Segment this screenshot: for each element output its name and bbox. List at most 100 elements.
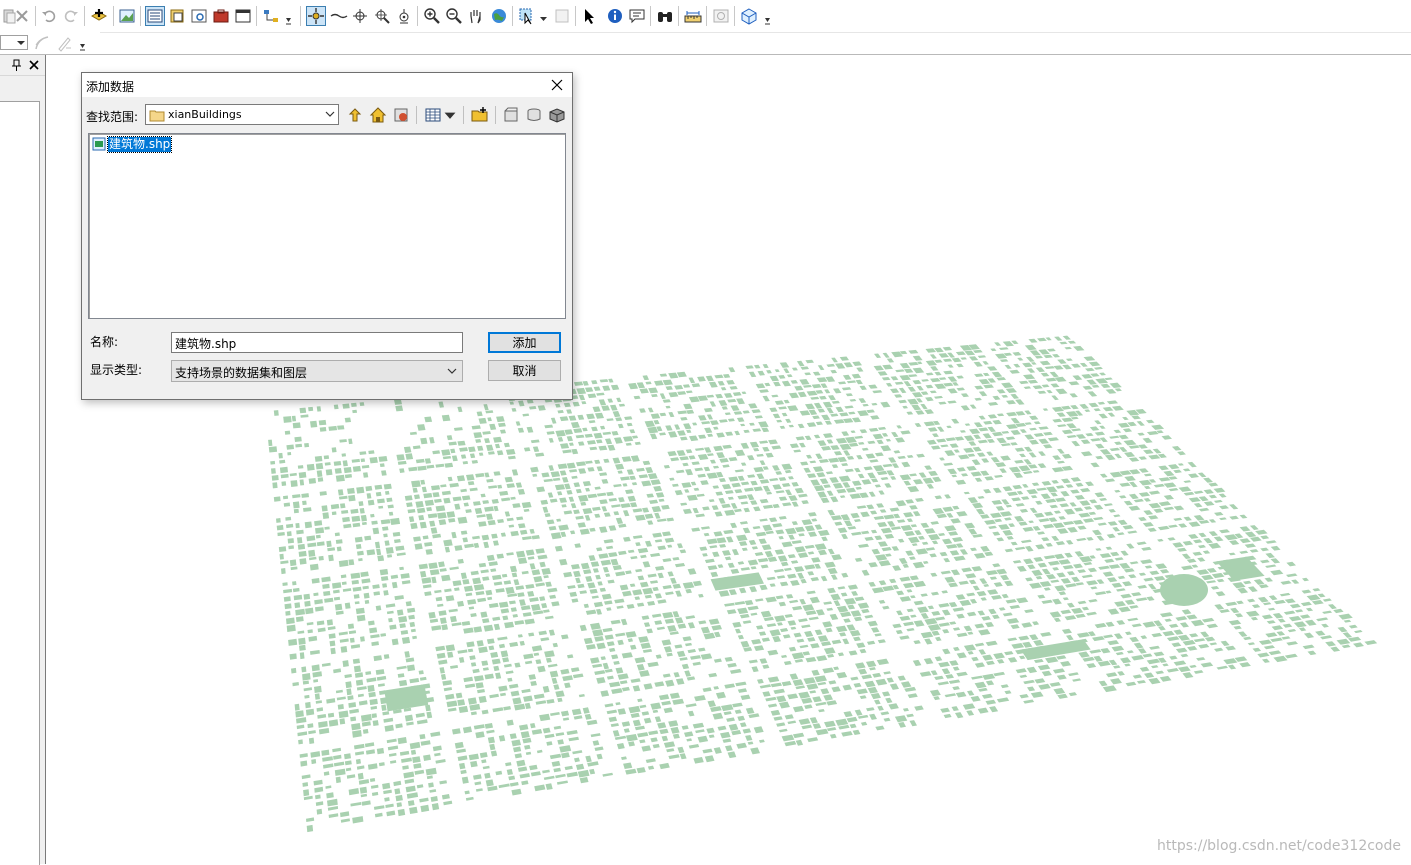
delete-icon[interactable] bbox=[12, 6, 32, 26]
building-footprint bbox=[1098, 413, 1108, 419]
model-builder-icon[interactable] bbox=[261, 6, 281, 26]
toolbox-icon[interactable] bbox=[546, 104, 568, 126]
catalog-icon[interactable] bbox=[167, 6, 187, 26]
building-footprint bbox=[510, 690, 520, 697]
select-features-dropdown-icon[interactable] bbox=[539, 13, 548, 22]
building-footprint bbox=[976, 591, 987, 597]
home-folder-icon[interactable] bbox=[367, 104, 389, 126]
building-footprint bbox=[806, 422, 817, 427]
identify-icon[interactable] bbox=[605, 6, 625, 26]
building-footprint bbox=[1040, 372, 1050, 377]
building-footprint bbox=[582, 427, 588, 432]
toolbar-overflow-icon-3[interactable] bbox=[79, 40, 86, 52]
building-footprint bbox=[1027, 379, 1039, 384]
html-popup-icon[interactable] bbox=[627, 6, 647, 26]
snapping-icon[interactable] bbox=[32, 33, 52, 53]
target-center-icon[interactable] bbox=[350, 6, 370, 26]
building-footprint bbox=[575, 515, 584, 520]
undo-icon[interactable] bbox=[39, 6, 59, 26]
building-footprint bbox=[457, 558, 464, 564]
building-footprint bbox=[875, 554, 888, 561]
up-one-level-icon[interactable] bbox=[344, 104, 366, 126]
add-button[interactable]: 添加 bbox=[488, 332, 561, 353]
building-footprint bbox=[559, 745, 572, 753]
view-options-dropdown-icon[interactable] bbox=[443, 104, 457, 126]
close-icon[interactable] bbox=[27, 58, 41, 72]
toolbar-overflow-icon-2[interactable] bbox=[764, 14, 771, 26]
table-of-contents-panel[interactable] bbox=[0, 101, 40, 865]
connect-folder-icon[interactable] bbox=[390, 104, 412, 126]
building-footprint bbox=[1024, 446, 1033, 452]
3d-effects-icon[interactable] bbox=[739, 6, 759, 26]
building-footprint bbox=[724, 556, 732, 561]
fly-icon[interactable] bbox=[329, 6, 349, 26]
building-footprint bbox=[299, 558, 307, 565]
building-footprint bbox=[998, 607, 1006, 611]
building-footprint bbox=[850, 676, 859, 681]
building-footprint bbox=[1029, 439, 1039, 445]
building-footprint bbox=[825, 627, 833, 633]
building-footprint bbox=[894, 381, 904, 385]
zoom-to-target-icon[interactable] bbox=[372, 6, 392, 26]
python-window-icon[interactable] bbox=[233, 6, 253, 26]
pin-icon[interactable] bbox=[10, 58, 24, 72]
full-extent-icon[interactable] bbox=[489, 6, 509, 26]
scene-properties-icon[interactable] bbox=[117, 6, 137, 26]
building-footprint bbox=[1219, 517, 1227, 521]
zoom-in-icon[interactable] bbox=[422, 6, 442, 26]
name-field[interactable]: 建筑物.shp bbox=[171, 332, 463, 353]
time-slider-icon[interactable] bbox=[711, 6, 731, 26]
building-footprint bbox=[727, 496, 734, 500]
new-item-icon[interactable] bbox=[500, 104, 522, 126]
find-icon[interactable] bbox=[655, 6, 675, 26]
search-window-icon[interactable] bbox=[189, 6, 209, 26]
add-data-icon[interactable] bbox=[89, 6, 109, 26]
navigate-icon[interactable] bbox=[306, 6, 326, 26]
dialog-close-icon[interactable] bbox=[548, 76, 566, 94]
toolbar-overflow-icon[interactable] bbox=[285, 14, 292, 26]
building-footprint bbox=[719, 419, 728, 423]
show-type-combo[interactable]: 支持场景的数据集和图层 bbox=[171, 360, 463, 382]
database-icon[interactable] bbox=[523, 104, 545, 126]
building-footprint bbox=[1051, 395, 1059, 401]
building-footprint bbox=[967, 690, 975, 696]
building-footprint bbox=[817, 491, 827, 498]
new-folder-icon[interactable] bbox=[469, 104, 491, 126]
pan-icon[interactable] bbox=[466, 6, 486, 26]
building-footprint bbox=[306, 824, 314, 833]
set-observer-icon[interactable] bbox=[394, 6, 414, 26]
clear-selection-icon[interactable] bbox=[552, 6, 572, 26]
building-footprint bbox=[688, 377, 696, 384]
lookin-combo[interactable]: xianBuildings bbox=[145, 104, 339, 125]
building-footprint bbox=[807, 737, 819, 743]
building-footprint bbox=[862, 403, 869, 407]
view-list-icon[interactable] bbox=[422, 104, 444, 126]
building-footprint bbox=[779, 581, 789, 587]
redo-icon[interactable] bbox=[61, 6, 81, 26]
measure-icon[interactable] bbox=[683, 6, 703, 26]
building-footprint bbox=[847, 584, 859, 590]
layer-dropdown[interactable] bbox=[0, 35, 28, 50]
building-footprint bbox=[860, 511, 870, 518]
building-footprint bbox=[1138, 572, 1147, 576]
building-footprint bbox=[794, 546, 806, 553]
cancel-button[interactable]: 取消 bbox=[488, 360, 561, 381]
list-item[interactable]: 建筑物.shp bbox=[92, 135, 173, 153]
zoom-out-icon[interactable] bbox=[444, 6, 464, 26]
file-list[interactable]: 建筑物.shp bbox=[88, 133, 566, 319]
building-footprint bbox=[927, 427, 938, 432]
building-footprint bbox=[582, 381, 589, 386]
select-elements-icon[interactable] bbox=[579, 6, 599, 26]
building-footprint bbox=[967, 651, 974, 655]
arctoolbox-icon[interactable] bbox=[211, 6, 231, 26]
building-footprint bbox=[607, 579, 615, 584]
building-footprint bbox=[606, 641, 615, 647]
building-footprint bbox=[1126, 543, 1135, 549]
building-footprint bbox=[788, 646, 797, 652]
building-footprint bbox=[1088, 599, 1098, 603]
editor-icon[interactable] bbox=[55, 33, 75, 53]
select-features-icon[interactable] bbox=[517, 6, 537, 26]
building-footprint bbox=[872, 390, 883, 394]
table-of-contents-icon[interactable] bbox=[145, 6, 165, 26]
building-footprint bbox=[640, 642, 651, 649]
